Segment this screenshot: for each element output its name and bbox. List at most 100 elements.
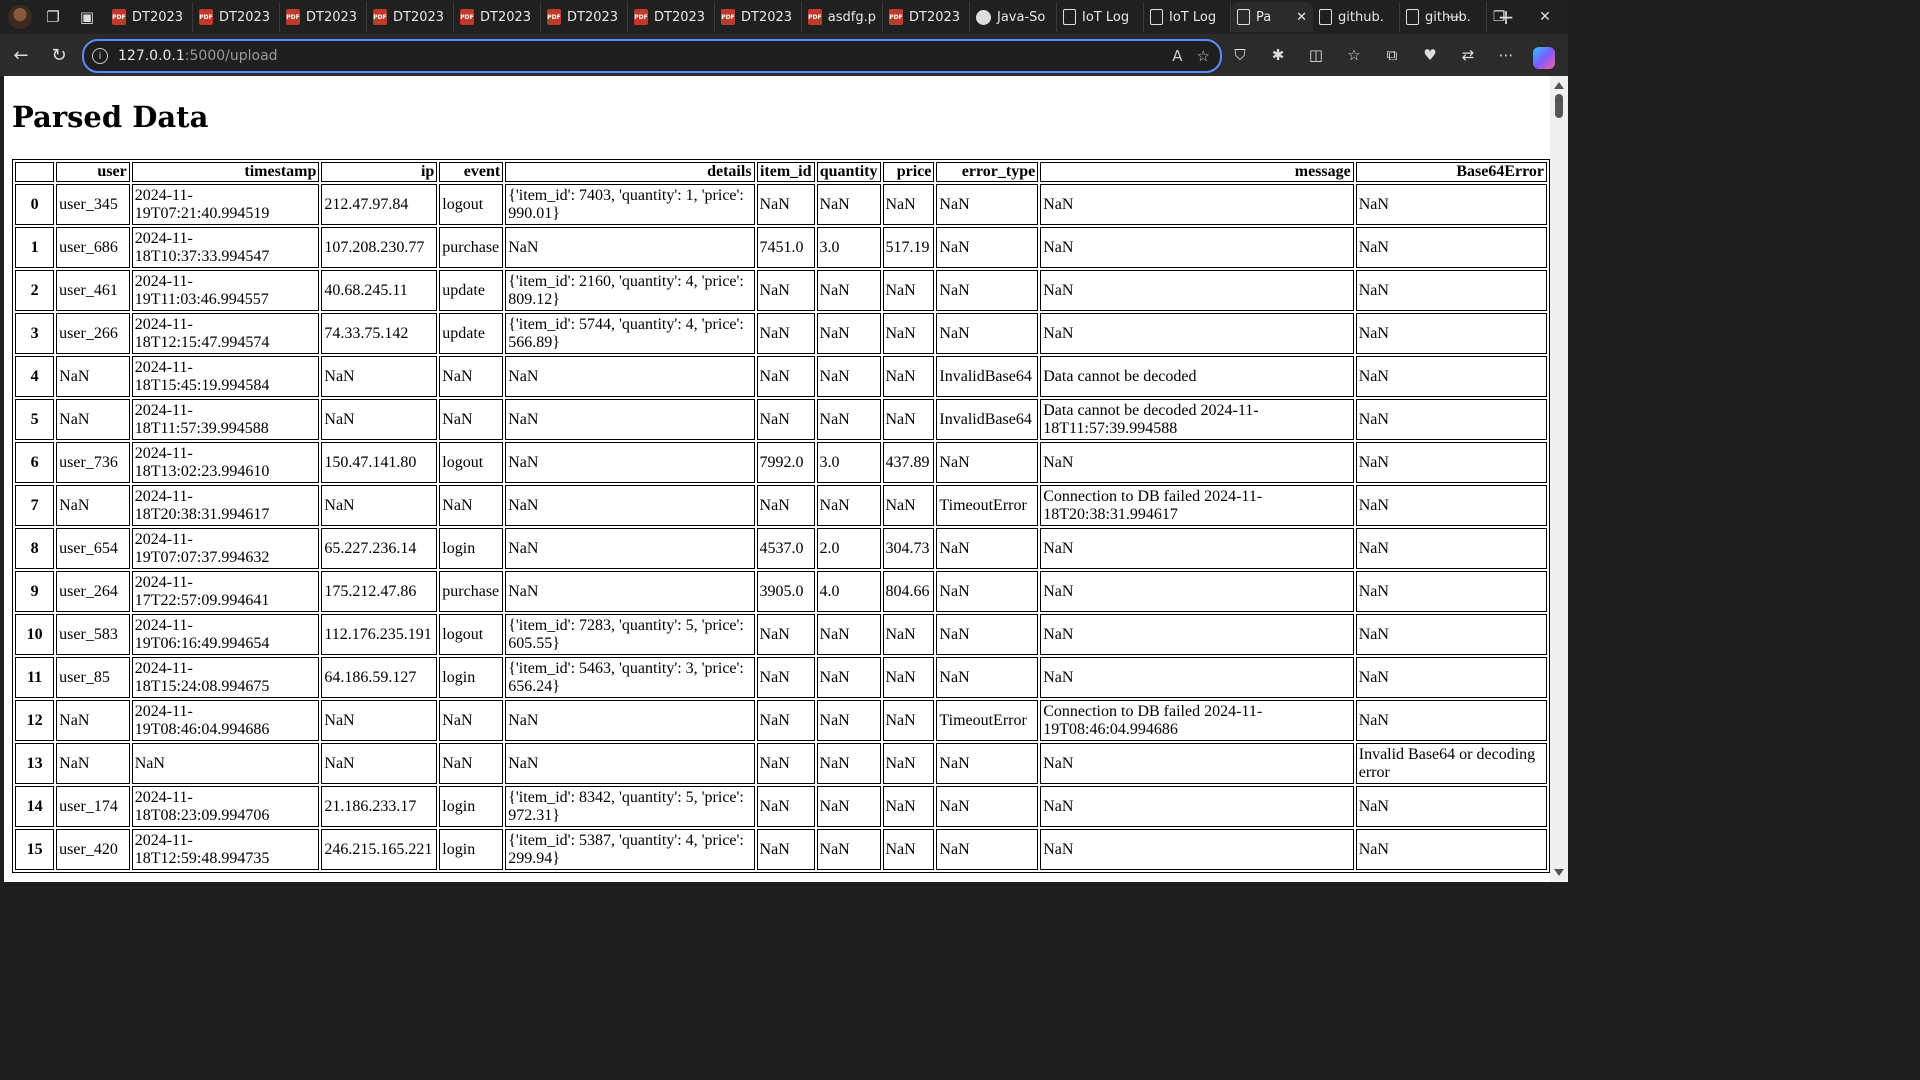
table-cell: 2.0 [816, 528, 881, 569]
browser-tab[interactable]: PDF DT2023 [106, 2, 193, 32]
table-cell: purchase [439, 571, 504, 612]
table-cell: 517.19 [882, 227, 935, 268]
tab-actions-icon[interactable]: ▣ [74, 4, 100, 30]
table-cell: 65.227.236.14 [321, 528, 438, 569]
browser-tab[interactable]: PDF DT2023 [280, 2, 367, 32]
workspaces-icon[interactable]: ❐ [40, 4, 66, 30]
browser-tab[interactable]: IoT Log [1057, 2, 1144, 32]
table-cell: 804.66 [882, 571, 935, 612]
browser-tab[interactable]: PDF DT2023 [715, 2, 802, 32]
table-cell: update [439, 313, 504, 354]
table-cell: user_583 [56, 614, 130, 655]
more-menu-icon[interactable]: ⋯ [1490, 38, 1522, 72]
table-cell: NaN [439, 399, 504, 440]
scroll-down-arrow-icon[interactable] [1554, 869, 1564, 876]
tab-label: Java-So [997, 9, 1046, 25]
browser-tab[interactable]: Pa ✕ [1231, 2, 1313, 32]
url-path: :5000/upload [184, 48, 278, 64]
close-window-button[interactable]: ✕ [1522, 0, 1568, 34]
document-icon [1406, 9, 1419, 25]
site-info-icon[interactable]: i [92, 48, 108, 64]
pdf-icon: PDF [199, 9, 213, 25]
table-cell: 2024-11-18T13:02:23.994610 [131, 442, 320, 483]
table-cell: user_266 [56, 313, 130, 354]
table-cell: NaN [56, 356, 130, 397]
table-cell: NaN [1355, 356, 1547, 397]
table-cell: NaN [882, 485, 935, 526]
page-viewport: Parsed Data user timestamp ip event details i… [4, 76, 1550, 882]
copilot-icon[interactable] [1528, 38, 1560, 72]
favorites-icon[interactable]: ☆ [1338, 38, 1370, 72]
table-cell: NaN [439, 700, 504, 741]
table-cell: logout [439, 614, 504, 655]
browser-tab[interactable]: PDF DT2023 [454, 2, 541, 32]
back-button[interactable]: ← [4, 38, 38, 72]
table-cell: 2024-11-18T10:37:33.994547 [131, 227, 320, 268]
favorite-star-icon[interactable]: ☆ [1197, 47, 1210, 65]
table-cell: user_654 [56, 528, 130, 569]
row-index: 1 [15, 227, 55, 268]
table-cell: {'item_id': 7403, 'quantity': 1, 'price'… [505, 184, 755, 225]
table-cell: NaN [756, 614, 815, 655]
browser-tab[interactable]: Java-So [970, 2, 1057, 32]
table-cell: NaN [505, 743, 755, 784]
shield-icon[interactable]: ⛉ [1224, 38, 1256, 72]
extensions-icon[interactable]: ✱ [1262, 38, 1294, 72]
address-bar[interactable]: i 127.0.0.1:5000/upload A ☆ [82, 39, 1222, 73]
tab-label: Pa [1256, 9, 1272, 25]
table-cell: update [439, 270, 504, 311]
table-cell: NaN [321, 399, 438, 440]
pdf-icon: PDF [373, 9, 387, 25]
table-cell: NaN [1040, 743, 1354, 784]
restore-button[interactable]: ❐ [1476, 0, 1522, 34]
table-cell: Connection to DB failed 2024-11-19T08:46… [1040, 700, 1354, 741]
table-cell: 2024-11-18T12:15:47.994574 [131, 313, 320, 354]
column-header: error_type [936, 162, 1039, 182]
browser-tab[interactable]: PDF asdfg.p [802, 2, 883, 32]
browser-tab[interactable]: github. [1313, 2, 1400, 32]
table-cell: 304.73 [882, 528, 935, 569]
split-screen-icon[interactable]: ◫ [1300, 38, 1332, 72]
browser-essentials-icon[interactable]: ♥ [1414, 38, 1446, 72]
scroll-thumb[interactable] [1555, 94, 1563, 118]
browser-tab[interactable]: IoT Log [1144, 2, 1231, 32]
table-cell: NaN [936, 442, 1039, 483]
table-cell: NaN [1040, 184, 1354, 225]
table-cell: NaN [1355, 786, 1547, 827]
pdf-icon: PDF [547, 9, 561, 25]
profile-avatar[interactable] [8, 5, 32, 29]
table-cell: NaN [1355, 313, 1547, 354]
table-cell: NaN [756, 313, 815, 354]
read-aloud-icon[interactable]: A [1172, 47, 1182, 65]
table-cell: TimeoutError [936, 700, 1039, 741]
table-cell: 40.68.245.11 [321, 270, 438, 311]
scroll-up-arrow-icon[interactable] [1554, 82, 1564, 89]
browser-toolbar: ← ↻ i 127.0.0.1:5000/upload A ☆ ⛉ ✱ ◫ ☆ … [0, 34, 1568, 76]
table-cell: user_686 [56, 227, 130, 268]
browser-tab[interactable]: PDF DT2023 [628, 2, 715, 32]
browser-tab[interactable]: PDF DT2023 [193, 2, 280, 32]
vertical-scrollbar[interactable] [1550, 76, 1568, 882]
browser-tab[interactable]: PDF DT2023 [367, 2, 454, 32]
row-index: 10 [15, 614, 55, 655]
table-cell: NaN [1355, 442, 1547, 483]
table-cell: 212.47.97.84 [321, 184, 438, 225]
table-cell: NaN [816, 786, 881, 827]
refresh-button[interactable]: ↻ [42, 38, 76, 72]
table-cell: NaN [816, 184, 881, 225]
browser-tab[interactable]: PDF DT2023 [541, 2, 628, 32]
table-cell: NaN [1355, 184, 1547, 225]
close-tab-icon[interactable]: ✕ [1296, 10, 1307, 25]
row-index: 13 [15, 743, 55, 784]
row-index: 14 [15, 786, 55, 827]
share-icon[interactable]: ⇄ [1452, 38, 1484, 72]
browser-tab[interactable]: PDF DT2023 [883, 2, 970, 32]
address-url[interactable]: 127.0.0.1:5000/upload [118, 48, 278, 64]
table-cell: NaN [816, 657, 881, 698]
tab-label: DT2023 [654, 9, 706, 25]
minimize-button[interactable]: — [1430, 0, 1476, 34]
collections-icon[interactable]: ⧉ [1376, 38, 1408, 72]
column-header: details [505, 162, 755, 182]
table-cell: NaN [882, 356, 935, 397]
table-cell: NaN [816, 485, 881, 526]
